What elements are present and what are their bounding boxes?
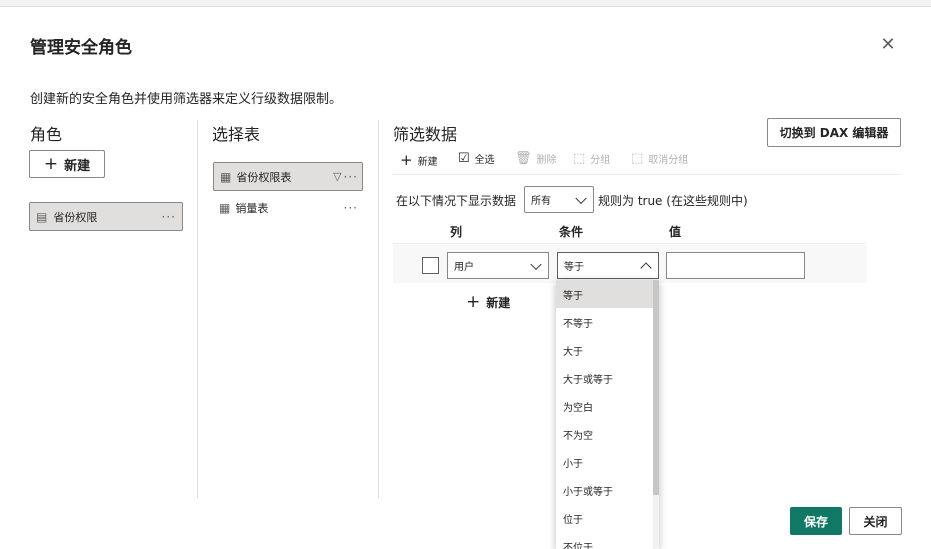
condition-option[interactable]: 等于	[556, 280, 659, 308]
condition-option[interactable]: 位于	[556, 504, 659, 532]
chevron-down-icon	[575, 192, 587, 204]
role-item-label: 省份权限	[53, 210, 98, 224]
plus-icon: +	[43, 154, 59, 174]
table-item-label: 销量表	[235, 202, 269, 215]
rule-column-dropdown[interactable]: 用户	[447, 252, 549, 279]
divider-tables	[378, 120, 379, 498]
toolbar-divider	[393, 174, 901, 175]
rule-value-input[interactable]	[666, 252, 805, 279]
rule-column-value: 用户	[454, 262, 474, 273]
chevron-down-icon	[530, 258, 542, 270]
column-header-value: 值	[669, 225, 682, 239]
show-data-prefix: 在以下情况下显示数据	[396, 194, 517, 208]
switch-dax-editor-button[interactable]: 切换到 DAX 编辑器	[767, 118, 901, 147]
ungroup-icon: ⬚	[631, 151, 644, 166]
scrollbar-thumb[interactable]	[653, 280, 659, 495]
toolbar-select-all-label: 全选	[474, 155, 495, 166]
new-role-button[interactable]: + 新建	[29, 150, 105, 178]
condition-option[interactable]: 不为空	[556, 420, 659, 448]
close-icon[interactable]: ✕	[876, 33, 900, 57]
filter-icon: ▽	[333, 170, 342, 183]
rule-condition-value: 等于	[564, 262, 584, 273]
rule-header-divider	[393, 243, 867, 244]
more-options-icon[interactable]: ···	[344, 170, 358, 184]
toolbar-group-button[interactable]: ⬚ 分组	[573, 151, 610, 166]
condition-options-list: 等于 不等于 大于 大于或等于 为空白 不为空 小于 小于或等于 位于 不位于	[556, 280, 659, 549]
role-item-province[interactable]: ▤ 省份权限 ···	[29, 202, 183, 231]
add-rule-label: 新建	[486, 295, 511, 310]
table-item-province[interactable]: ▦ 省份权限表 ▽ ···	[213, 162, 363, 191]
role-icon: ▤	[36, 209, 48, 224]
rule-checkbox[interactable]	[422, 257, 439, 274]
table-item-sales[interactable]: ▦ 销量表 ···	[213, 197, 363, 219]
toolbar-select-all-button[interactable]: ☑ 全选	[458, 151, 495, 166]
plus-icon: +	[466, 292, 481, 312]
dialog-description: 创建新的安全角色并使用筛选器来定义行级数据限制。	[30, 92, 343, 107]
condition-option[interactable]: 不位于	[556, 532, 659, 549]
toolbar-delete-button[interactable]: 🗑 删除	[515, 151, 557, 166]
dialog-title: 管理安全角色	[30, 38, 132, 58]
background-window-strip	[0, 0, 931, 7]
show-data-suffix: 规则为 true (在这些规则中)	[598, 194, 748, 208]
chevron-up-icon	[640, 261, 652, 274]
condition-option[interactable]: 大于或等于	[556, 364, 659, 392]
tables-header: 选择表	[212, 125, 261, 144]
condition-option[interactable]: 不等于	[556, 308, 659, 336]
trash-icon: 🗑	[515, 151, 532, 166]
more-options-icon[interactable]: ···	[344, 201, 358, 215]
more-options-icon[interactable]: ···	[162, 210, 176, 224]
save-button[interactable]: 保存	[790, 507, 842, 535]
table-icon: ▦	[220, 169, 232, 184]
new-role-label: 新建	[64, 158, 91, 174]
close-button[interactable]: 关闭	[849, 507, 902, 535]
column-header-col: 列	[450, 225, 463, 239]
condition-option[interactable]: 小于	[556, 448, 659, 476]
toolbar-group-label: 分组	[590, 155, 611, 166]
add-rule-button[interactable]: + 新建	[466, 292, 510, 312]
toolbar-new-button[interactable]: + 新建	[400, 151, 438, 169]
toolbar-delete-label: 删除	[536, 155, 557, 166]
match-mode-value: 所有	[531, 196, 551, 207]
table-item-label: 省份权限表	[236, 170, 292, 184]
group-icon: ⬚	[573, 151, 586, 166]
column-header-condition: 条件	[559, 225, 584, 239]
condition-option[interactable]: 小于或等于	[556, 476, 659, 504]
match-mode-dropdown[interactable]: 所有	[524, 186, 594, 213]
filter-header: 筛选数据	[393, 125, 458, 144]
table-icon: ▦	[219, 201, 231, 215]
rule-condition-dropdown[interactable]: 等于	[557, 252, 659, 279]
condition-option[interactable]: 大于	[556, 336, 659, 364]
toolbar-ungroup-button[interactable]: ⬚ 取消分组	[631, 151, 688, 166]
toolbar-ungroup-label: 取消分组	[648, 155, 689, 166]
condition-option[interactable]: 为空白	[556, 392, 659, 420]
toolbar-new-label: 新建	[417, 156, 438, 168]
checkbox-icon: ☑	[458, 151, 470, 166]
plus-icon: +	[400, 151, 413, 169]
roles-header: 角色	[30, 125, 63, 144]
divider-roles	[197, 120, 198, 498]
